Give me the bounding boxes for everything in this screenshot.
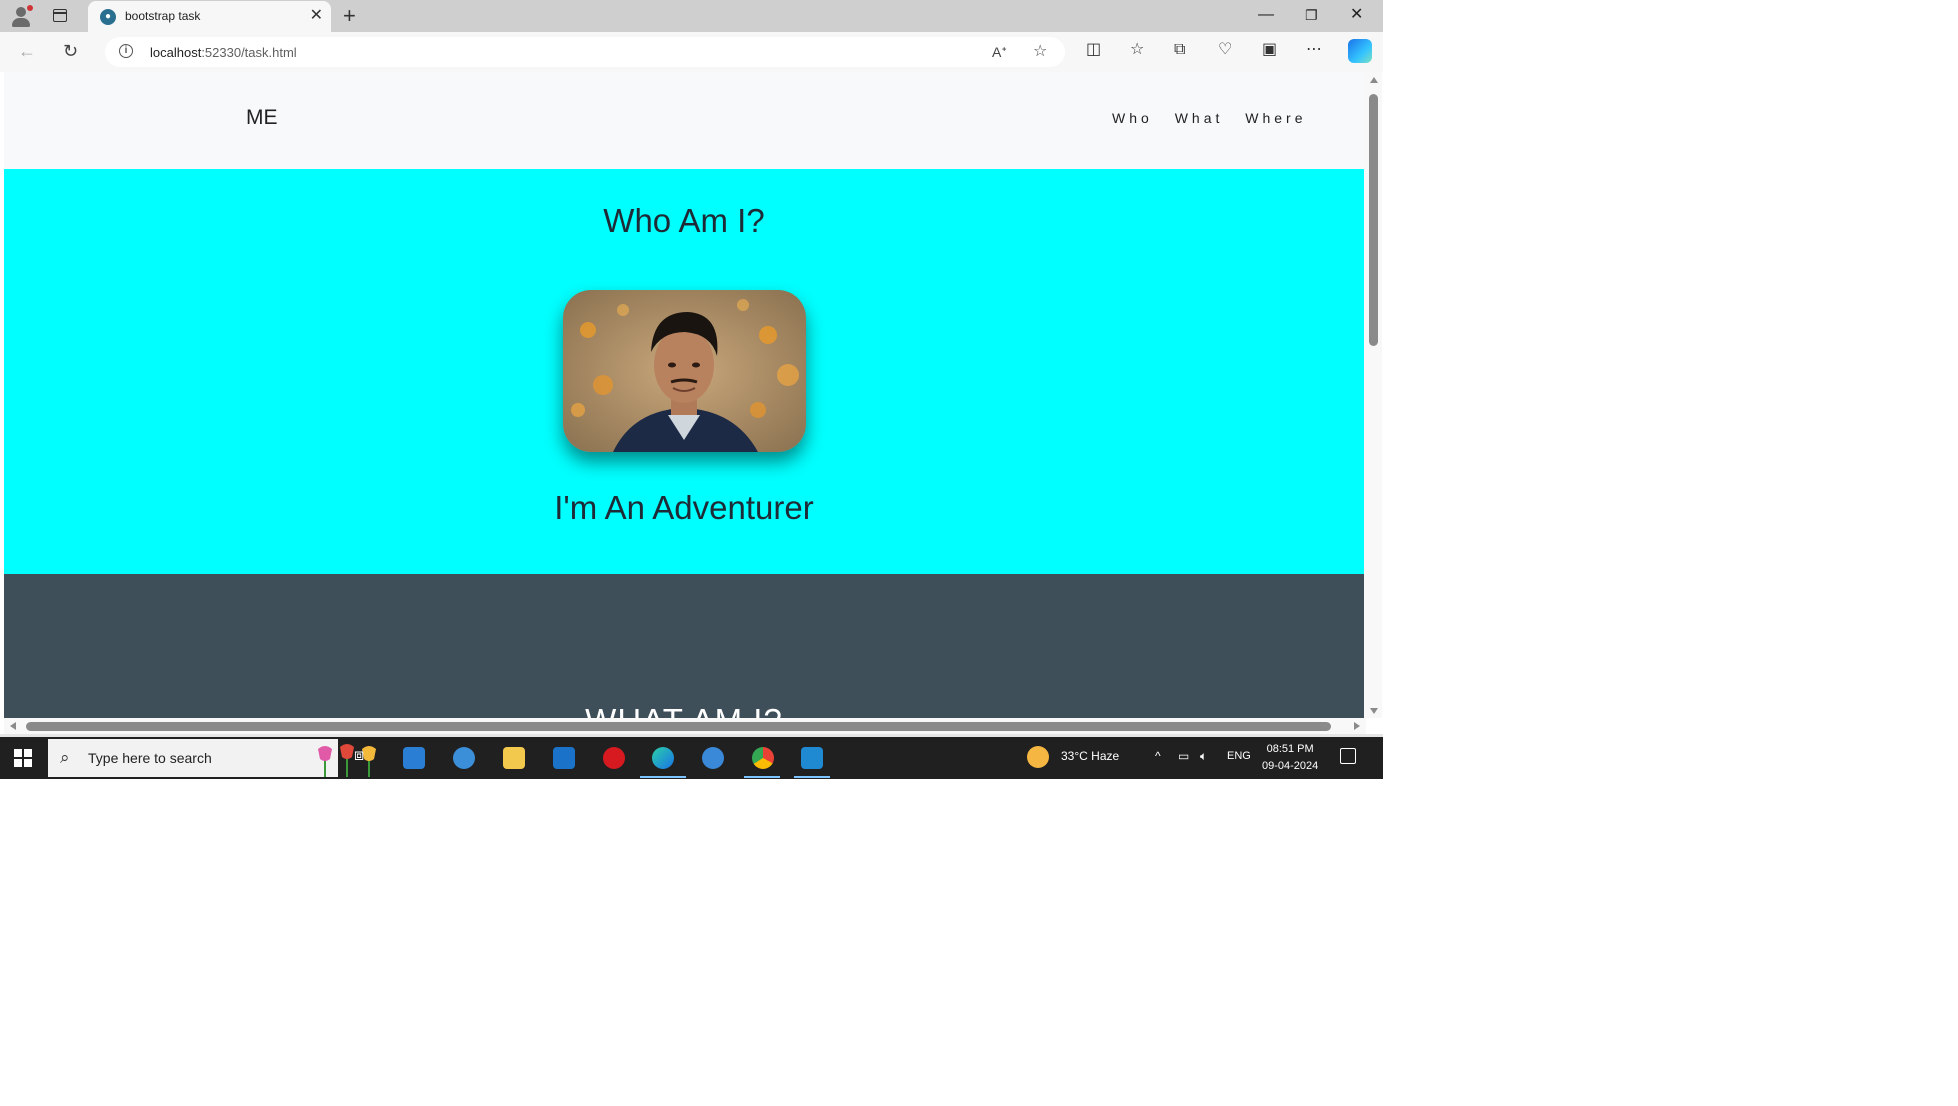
site-info-icon[interactable]: i <box>119 44 133 58</box>
search-placeholder: Type here to search <box>88 750 212 766</box>
chrome-icon[interactable] <box>752 747 774 769</box>
hero-section: Who Am I? I'm An Adventurer <box>4 169 1364 574</box>
browser-tab-active[interactable]: ● bootstrap task ✕ <box>88 1 331 32</box>
weather-haze-icon[interactable] <box>1027 746 1049 768</box>
clock-time: 08:51 PM <box>1266 743 1314 755</box>
new-tab-icon[interactable]: + <box>343 4 356 28</box>
navbar-brand[interactable]: ME <box>246 106 278 130</box>
site-navbar: ME Who What Where <box>4 72 1364 169</box>
hero-title: Who Am I? <box>603 202 765 239</box>
nav-link-where[interactable]: Where <box>1245 110 1306 126</box>
browser-essentials-icon[interactable]: ♡ <box>1218 40 1232 60</box>
scroll-up-arrow-icon[interactable] <box>1370 77 1378 83</box>
notifications-icon[interactable] <box>1340 748 1356 764</box>
clock-date: 09-04-2024 <box>1262 760 1319 772</box>
taskbar-search-box[interactable]: ⌕ Type here to search <box>48 739 376 777</box>
battery-icon[interactable]: ▭ <box>1178 749 1189 763</box>
favorites-icon[interactable]: ☆ <box>1130 40 1144 60</box>
profile-photo <box>563 290 806 452</box>
vscode-icon[interactable] <box>801 747 823 769</box>
edge-icon[interactable] <box>652 747 674 769</box>
nav-link-who[interactable]: Who <box>1112 110 1153 126</box>
nav-links: Who What Where <box>1112 110 1321 126</box>
volume-icon[interactable]: 🔈︎ <box>1200 749 1207 764</box>
sidebar-icon[interactable]: ▣ <box>1262 40 1277 60</box>
horizontal-scroll-thumb[interactable] <box>26 722 1331 731</box>
close-window-icon[interactable]: ✕ <box>1350 5 1363 25</box>
url-text[interactable]: localhost:52330/task.html <box>150 45 297 60</box>
split-screen-icon[interactable]: ◫ <box>1086 40 1101 60</box>
microsoft-store-icon[interactable] <box>403 747 425 769</box>
opera-icon[interactable] <box>603 747 625 769</box>
refresh-icon[interactable]: ↻ <box>63 40 78 62</box>
taskbar-clock[interactable]: 08:51 PM 09-04-2024 <box>1262 741 1318 775</box>
task-view-icon[interactable]: ⧈ <box>354 747 364 765</box>
edge-active-indicator <box>640 776 686 778</box>
profile-icon[interactable] <box>10 5 33 28</box>
hero-subtitle: I'm An Adventurer <box>554 489 814 526</box>
windows-start-icon[interactable] <box>14 749 32 767</box>
nav-link-what[interactable]: What <box>1175 110 1224 126</box>
what-section: WHAT AM I? <box>4 574 1364 718</box>
scroll-left-arrow-icon[interactable] <box>10 722 16 730</box>
tab-title: bootstrap task <box>125 9 201 23</box>
scroll-right-arrow-icon[interactable] <box>1354 722 1360 730</box>
photos-app-icon[interactable] <box>453 747 475 769</box>
tulips-icon <box>318 744 376 777</box>
copilot-icon[interactable] <box>1348 39 1372 63</box>
favorite-star-icon[interactable]: ☆ <box>1033 42 1047 62</box>
horizontal-scrollbar[interactable] <box>4 718 1366 734</box>
screen: ● bootstrap task ✕ + — ❐ ✕ ← ↻ i localho… <box>0 0 1383 779</box>
file-explorer-icon[interactable] <box>503 747 525 769</box>
address-bar[interactable]: i localhost:52330/task.html Aᐩ ☆ <box>105 37 1065 67</box>
tab-actions-icon[interactable] <box>53 9 67 22</box>
restore-icon[interactable]: ❐ <box>1305 5 1318 25</box>
language-indicator[interactable]: ENG <box>1227 750 1251 762</box>
vertical-scroll-thumb[interactable] <box>1369 94 1378 346</box>
more-options-icon[interactable]: ⋯ <box>1306 40 1322 60</box>
mail-icon[interactable] <box>553 747 575 769</box>
scroll-down-arrow-icon[interactable] <box>1370 708 1378 714</box>
search-icon: ⌕ <box>60 748 70 767</box>
what-section-title: WHAT AM I? <box>4 702 1364 718</box>
weather-text[interactable]: 33°C Haze <box>1061 749 1119 763</box>
read-aloud-icon[interactable]: Aᐩ <box>992 42 1007 62</box>
collections-icon[interactable]: ⧉ <box>1174 40 1185 60</box>
close-tab-icon[interactable]: ✕ <box>310 7 323 25</box>
vertical-scrollbar[interactable] <box>1366 72 1382 718</box>
vscode-running-indicator <box>794 776 830 778</box>
minimize-icon[interactable]: — <box>1258 5 1274 25</box>
chrome-running-indicator <box>744 776 780 778</box>
app-e-icon[interactable] <box>702 747 724 769</box>
page-viewport: ME Who What Where Who Am I? I'm An Adven… <box>4 72 1366 718</box>
site-favicon-icon: ● <box>100 9 116 25</box>
back-icon[interactable]: ← <box>18 40 36 62</box>
windows-taskbar: ⌕ Type here to search ⧈ 33°C Haze ^ ▭ 🔈︎… <box>0 737 1383 779</box>
show-hidden-icons-icon[interactable]: ^ <box>1155 749 1161 763</box>
browser-title-bar: ● bootstrap task ✕ + — ❐ ✕ <box>0 0 1383 32</box>
